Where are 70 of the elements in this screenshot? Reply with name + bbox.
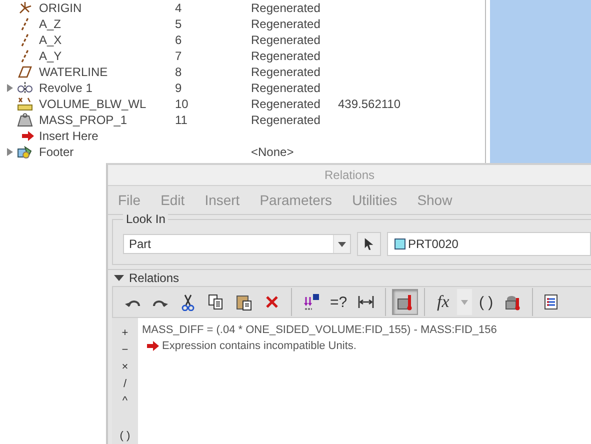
- undo-icon: [125, 298, 142, 306]
- status-text: Regenerated: [251, 81, 322, 95]
- collapse-button[interactable]: [114, 274, 124, 282]
- caret-down-icon: [114, 274, 124, 282]
- operator-button[interactable]: ×: [122, 358, 128, 375]
- status-text: Regenerated: [251, 65, 322, 79]
- revolve-icon: [17, 81, 33, 95]
- function-button[interactable]: fx: [431, 289, 456, 315]
- tree-item[interactable]: Footer: [39, 145, 175, 159]
- tree-item[interactable]: A_Y: [39, 49, 175, 63]
- feature-id: 7: [175, 49, 183, 63]
- expand-arrow-icon[interactable]: [7, 84, 13, 92]
- error-message: Expression contains incompatible Units.: [162, 340, 356, 352]
- status-text: Regenerated: [251, 113, 322, 127]
- select-button[interactable]: [357, 232, 381, 256]
- feature-id: 10: [175, 97, 190, 111]
- tree-item[interactable]: MASS_PROP_1: [39, 113, 175, 127]
- coordinate-system-icon: [17, 1, 33, 15]
- operator-button[interactable]: /: [123, 375, 127, 392]
- operator-button[interactable]: −: [122, 341, 128, 358]
- operator-button[interactable]: ^: [122, 392, 128, 409]
- sort-icon: [302, 293, 320, 311]
- caret-icon: [338, 242, 346, 246]
- object-field[interactable]: PRT0020: [387, 232, 591, 256]
- look-in-dropdown[interactable]: Part: [123, 234, 351, 254]
- part-icon: [394, 238, 406, 250]
- thermometer-icon: [396, 293, 414, 311]
- feature-id: 9: [175, 81, 183, 95]
- value-text: 439.562110: [338, 97, 402, 111]
- operator-button[interactable]: ( ): [120, 427, 130, 444]
- copy-icon: [207, 293, 225, 311]
- relations-editor[interactable]: MASS_DIFF = (.04 * ONE_SIDED_VOLUME:FID_155) - MASS:FID_156 Expression contains incompatible Units.: [138, 318, 591, 444]
- dialog-title: Relations: [108, 165, 591, 186]
- scissors-icon: [179, 293, 197, 311]
- tree-item[interactable]: ORIGIN: [39, 1, 175, 15]
- footer-icon: [17, 145, 33, 159]
- tree-item[interactable]: A_X: [39, 33, 175, 47]
- tree-item[interactable]: Insert Here: [39, 129, 175, 143]
- operator-button[interactable]: +: [122, 324, 128, 341]
- toolbar-button[interactable]: ( ): [474, 289, 498, 315]
- redo-icon: [152, 298, 169, 306]
- status-text: Regenerated: [251, 33, 322, 47]
- relation-text: MASS_DIFF = (.04 * ONE_SIDED_VOLUME:FID_155) - MASS:FID_156: [142, 324, 497, 336]
- thermometer-icon: [504, 293, 522, 311]
- tree-item[interactable]: A_Z: [39, 17, 175, 31]
- measure-icon: [357, 293, 376, 311]
- weight-icon: [17, 113, 33, 127]
- feature-id: 11: [175, 113, 188, 127]
- status-text: Regenerated: [251, 49, 322, 63]
- tree-item[interactable]: VOLUME_BLW_WL: [39, 97, 175, 111]
- toolbar-button[interactable]: =?: [326, 289, 352, 315]
- tree-item[interactable]: WATERLINE: [39, 65, 175, 79]
- feature-id: 8: [175, 65, 183, 79]
- arrow-icon: [146, 340, 160, 352]
- feature-id: 4: [175, 1, 183, 15]
- tree-item[interactable]: Revolve 1: [39, 81, 175, 95]
- caret-icon: [461, 300, 468, 304]
- feature-id: 5: [175, 17, 183, 31]
- pointer-icon: [364, 236, 374, 252]
- group-label: Look In: [123, 212, 168, 226]
- section-label: Relations: [129, 271, 180, 285]
- analysis-icon: [17, 97, 33, 111]
- arrow-icon: [21, 130, 35, 142]
- status-text: <None>: [251, 145, 295, 159]
- status-text: Regenerated: [251, 1, 322, 15]
- status-text: Regenerated: [251, 97, 322, 111]
- paste-icon: [235, 293, 253, 311]
- plane-icon: [17, 65, 33, 79]
- status-text: Regenerated: [251, 17, 322, 31]
- feature-id: 6: [175, 33, 183, 47]
